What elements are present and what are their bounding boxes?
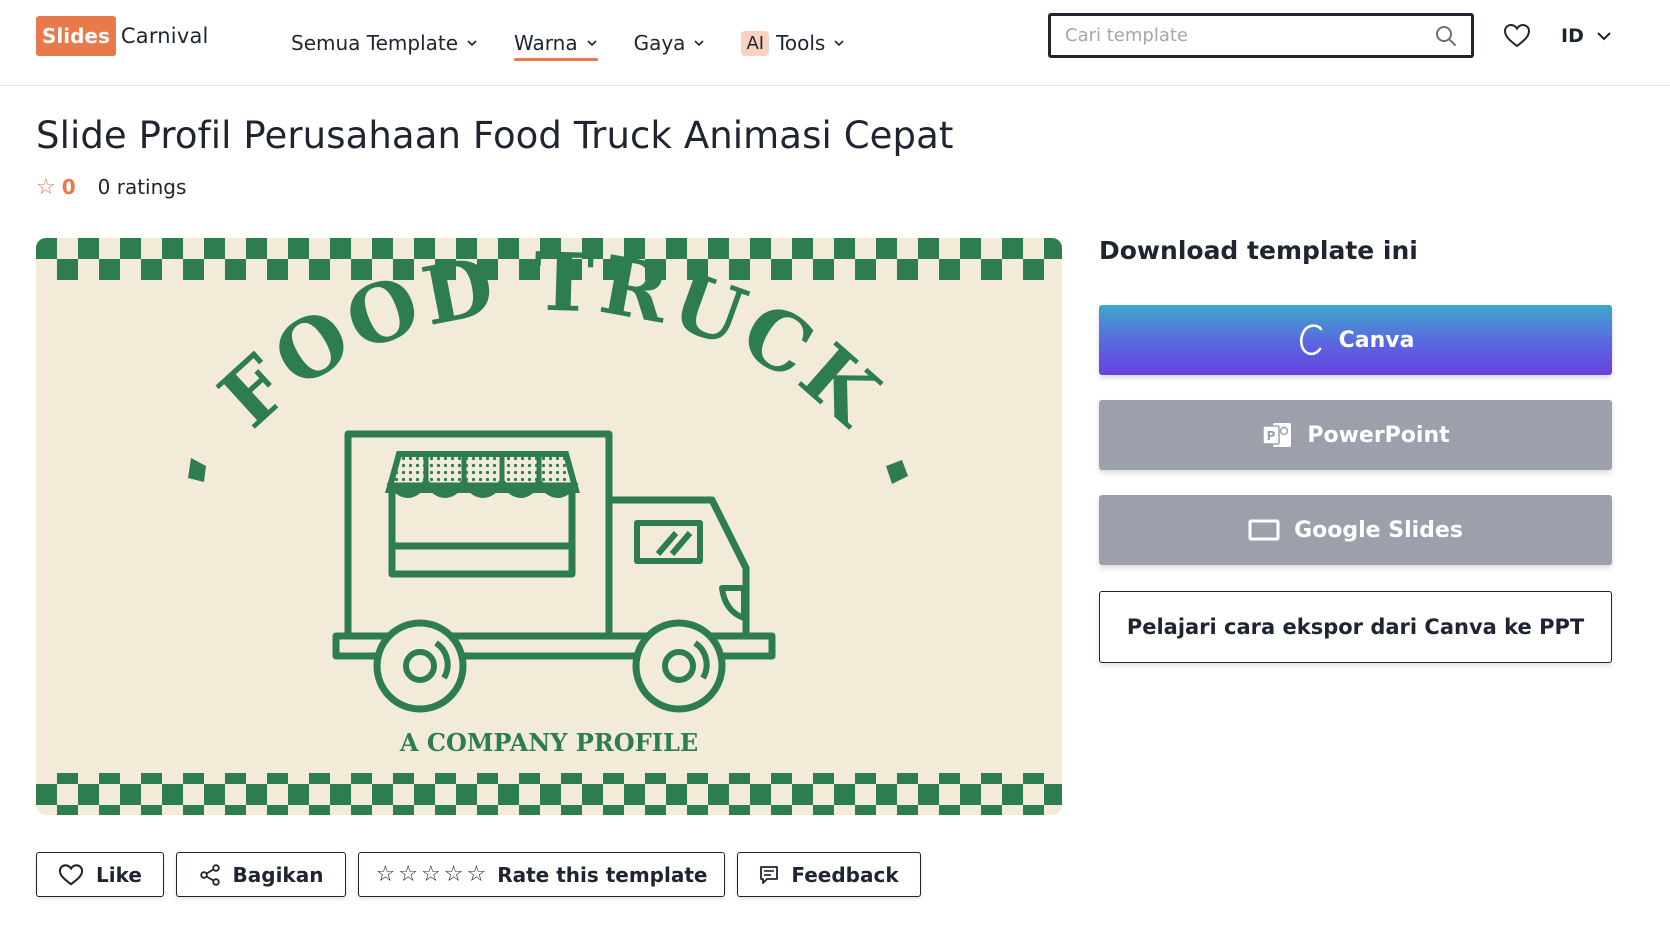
canva-icon: [1297, 323, 1325, 357]
powerpoint-label: PowerPoint: [1307, 422, 1450, 448]
powerpoint-icon: P: [1261, 420, 1293, 450]
star-outline-icon: ☆: [36, 174, 56, 200]
download-title: Download template ini: [1099, 236, 1418, 265]
google-slides-button[interactable]: Google Slides: [1099, 495, 1612, 565]
share-button[interactable]: Bagikan: [176, 852, 346, 897]
preview-subtitle: A COMPANY PROFILE: [399, 728, 698, 757]
nav-label: Warna: [514, 31, 578, 55]
search-input[interactable]: [1065, 25, 1435, 46]
rate-template-button[interactable]: ☆ ☆ ☆ ☆ ☆ Rate this template: [358, 852, 725, 897]
powerpoint-button[interactable]: P PowerPoint: [1099, 400, 1612, 470]
logo-text: Carnival: [120, 24, 209, 48]
truck-wheel-rear: [373, 619, 467, 713]
like-label: Like: [96, 862, 142, 887]
heart-icon: [58, 863, 84, 887]
chevron-down-icon: [1597, 32, 1611, 41]
main-nav: Semua Template Warna Gaya AI Tools: [291, 0, 881, 86]
ai-badge: AI: [741, 30, 770, 56]
page-title: Slide Profil Perusahaan Food Truck Anima…: [36, 114, 954, 157]
language-label: ID: [1561, 25, 1584, 47]
feedback-icon: [759, 865, 779, 885]
template-preview[interactable]: FOOD TRUCK A COMPANY PROFILE: [36, 238, 1062, 815]
like-button[interactable]: Like: [36, 852, 164, 897]
feedback-label: Feedback: [791, 862, 899, 887]
share-label: Bagikan: [232, 862, 324, 887]
preview-artwork: FOOD TRUCK A COMPANY PROFILE: [36, 238, 1062, 815]
truck-wheel-front: [632, 619, 726, 713]
nav-item-semua-template[interactable]: Semua Template: [291, 0, 478, 86]
share-icon: [199, 863, 221, 886]
top-header: Slides Carnival Semua Template Warna Gay…: [0, 0, 1670, 86]
language-selector[interactable]: ID: [1561, 22, 1612, 50]
svg-text:P: P: [1267, 429, 1276, 443]
nav-label: Semua Template: [291, 31, 459, 55]
rating-stars: ☆ ☆ ☆ ☆ ☆: [376, 862, 490, 887]
star-outline-icon[interactable]: ☆: [466, 862, 489, 887]
search-icon[interactable]: [1435, 25, 1457, 47]
rating-value: 0: [61, 175, 76, 199]
rate-label: Rate this template: [497, 862, 708, 887]
nav-label: Gaya: [633, 31, 686, 55]
learn-export-button[interactable]: Pelajari cara ekspor dari Canva ke PPT: [1099, 591, 1612, 663]
nav-label: Tools: [776, 31, 826, 55]
chevron-down-icon: [467, 40, 477, 47]
checker-border-bottom: [36, 773, 1062, 815]
favorites-heart-icon[interactable]: [1503, 22, 1531, 50]
canva-label: Canva: [1338, 327, 1415, 353]
truck-awning: [385, 451, 580, 498]
nav-item-ai-tools[interactable]: AI Tools: [741, 0, 845, 86]
star-outline-icon[interactable]: ☆: [421, 862, 444, 887]
nav-item-gaya[interactable]: Gaya: [634, 0, 706, 86]
site-logo[interactable]: Slides Carnival: [36, 16, 209, 56]
chevron-down-icon: [834, 40, 844, 47]
rating-summary: ☆ 0 0 ratings: [36, 172, 186, 202]
google-slides-icon: [1248, 518, 1280, 542]
rating-count: 0 ratings: [97, 175, 187, 199]
chevron-down-icon: [694, 40, 705, 47]
star-outline-icon[interactable]: ☆: [398, 862, 421, 887]
feedback-button[interactable]: Feedback: [737, 852, 921, 897]
search-box: [1048, 13, 1474, 58]
chevron-down-icon: [587, 40, 597, 47]
star-outline-icon[interactable]: ☆: [444, 862, 467, 887]
google-slides-label: Google Slides: [1294, 517, 1463, 543]
star-outline-icon[interactable]: ☆: [376, 862, 399, 887]
nav-item-warna[interactable]: Warna: [514, 0, 598, 86]
logo-box: Slides: [36, 16, 116, 56]
canva-button[interactable]: Canva: [1099, 305, 1612, 375]
